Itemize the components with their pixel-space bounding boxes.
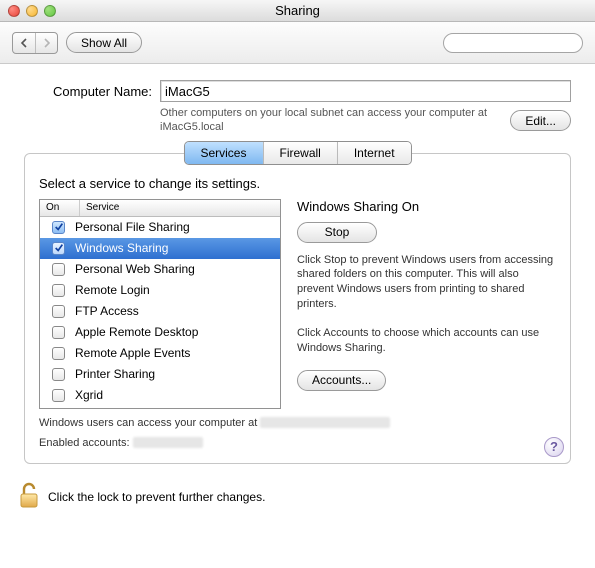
service-detail: Windows Sharing On Stop Click Stop to pr… xyxy=(297,199,556,409)
window-titlebar: Sharing xyxy=(0,0,595,22)
service-checkbox[interactable] xyxy=(52,263,65,276)
service-name: Printer Sharing xyxy=(75,367,155,381)
service-checkbox[interactable] xyxy=(52,326,65,339)
list-row[interactable]: FTP Access xyxy=(40,301,280,322)
redacted-accounts xyxy=(133,437,203,448)
lock-row: Click the lock to prevent further change… xyxy=(0,468,595,523)
service-checkbox[interactable] xyxy=(52,368,65,381)
service-checkbox[interactable] xyxy=(52,347,65,360)
nav-segment xyxy=(12,32,58,54)
redacted-address xyxy=(260,417,390,428)
toolbar: Show All xyxy=(0,22,595,64)
show-all-button[interactable]: Show All xyxy=(66,32,142,53)
detail-title: Windows Sharing On xyxy=(297,199,556,214)
service-checkbox[interactable] xyxy=(52,305,65,318)
service-name: Apple Remote Desktop xyxy=(75,325,198,339)
service-name: Windows Sharing xyxy=(75,241,168,255)
service-checkbox[interactable] xyxy=(52,389,65,402)
list-row[interactable]: Printer Sharing xyxy=(40,364,280,385)
forward-button[interactable] xyxy=(35,33,57,53)
accounts-button[interactable]: Accounts... xyxy=(297,370,386,391)
list-header-on[interactable]: On xyxy=(40,200,80,216)
enabled-accounts: Enabled accounts: xyxy=(39,437,556,449)
sharing-group: Services Firewall Internet Select a serv… xyxy=(24,153,571,464)
list-header: On Service xyxy=(40,200,280,217)
lock-icon[interactable] xyxy=(18,482,40,513)
search-input[interactable] xyxy=(454,37,595,49)
service-name: Xgrid xyxy=(75,388,103,402)
list-header-service[interactable]: Service xyxy=(80,200,280,216)
accounts-hint: Click Accounts to choose which accounts … xyxy=(297,326,556,356)
lock-text: Click the lock to prevent further change… xyxy=(48,490,265,504)
search-field[interactable] xyxy=(443,33,583,53)
list-row[interactable]: Xgrid xyxy=(40,385,280,406)
service-checkbox[interactable] xyxy=(52,284,65,297)
list-row[interactable]: Windows Sharing xyxy=(40,238,280,259)
service-name: FTP Access xyxy=(75,304,139,318)
service-checkbox[interactable] xyxy=(52,221,65,234)
tab-bar: Services Firewall Internet xyxy=(183,141,411,165)
tab-services[interactable]: Services xyxy=(184,142,262,164)
detail-description: Click Stop to prevent Windows users from… xyxy=(297,253,556,312)
list-row[interactable]: Remote Login xyxy=(40,280,280,301)
list-row[interactable]: Personal Web Sharing xyxy=(40,259,280,280)
services-list[interactable]: On Service Personal File Sharing Windows … xyxy=(39,199,281,409)
edit-button[interactable]: Edit... xyxy=(510,110,571,131)
access-status: Windows users can access your computer a… xyxy=(39,417,556,429)
list-row[interactable]: Personal File Sharing xyxy=(40,217,280,238)
computer-name-label: Computer Name: xyxy=(24,84,152,99)
help-button[interactable]: ? xyxy=(544,437,564,457)
service-checkbox[interactable] xyxy=(52,242,65,255)
tab-firewall[interactable]: Firewall xyxy=(262,142,336,164)
service-name: Remote Login xyxy=(75,283,150,297)
list-row[interactable]: Apple Remote Desktop xyxy=(40,322,280,343)
computer-name-input[interactable] xyxy=(160,80,571,102)
service-name: Personal Web Sharing xyxy=(75,262,195,276)
service-name: Remote Apple Events xyxy=(75,346,190,360)
window-title: Sharing xyxy=(0,3,595,18)
back-button[interactable] xyxy=(13,33,35,53)
tab-internet[interactable]: Internet xyxy=(337,142,411,164)
list-row[interactable]: Remote Apple Events xyxy=(40,343,280,364)
stop-button[interactable]: Stop xyxy=(297,222,377,243)
instruction-text: Select a service to change its settings. xyxy=(39,176,556,191)
computer-name-subtext: Other computers on your local subnet can… xyxy=(160,106,510,135)
service-name: Personal File Sharing xyxy=(75,220,190,234)
